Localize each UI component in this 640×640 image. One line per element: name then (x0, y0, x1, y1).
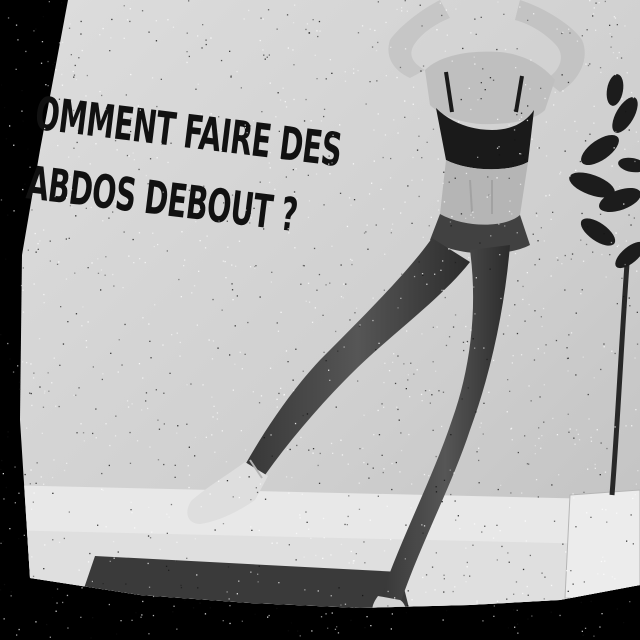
photo-frame: OMMENT FAIRE DES ABDOS DEBOUT ? (0, 0, 640, 640)
